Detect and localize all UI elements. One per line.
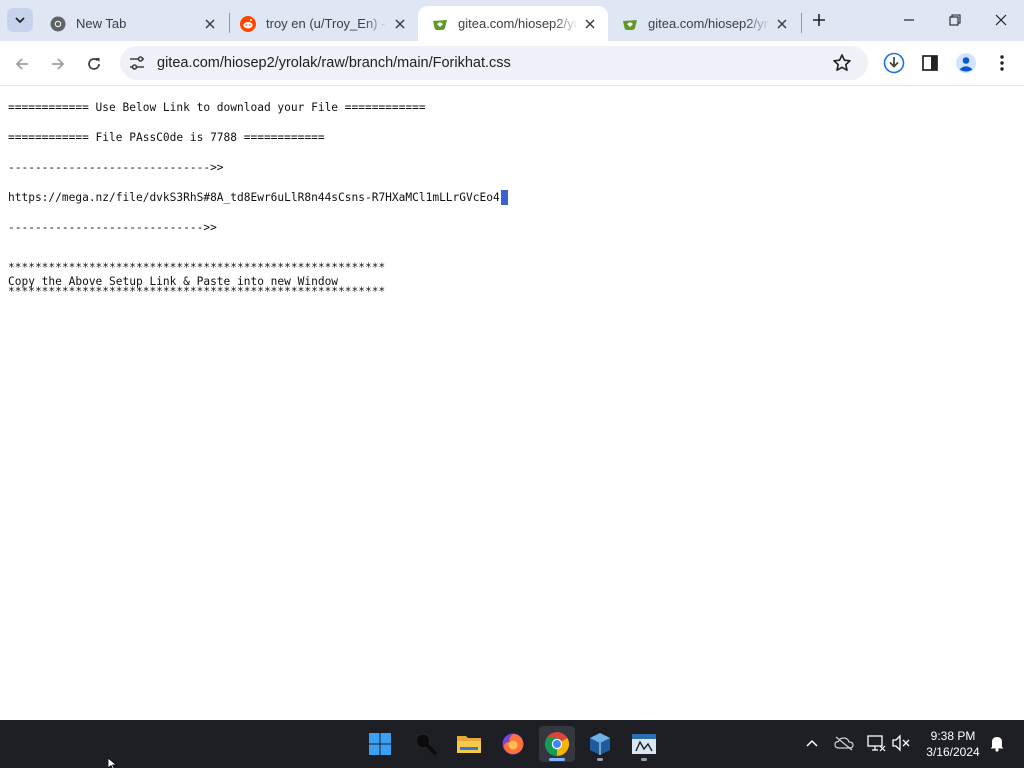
notifications-button[interactable] bbox=[986, 732, 1008, 754]
search-icon bbox=[415, 733, 437, 755]
running-indicator bbox=[641, 758, 647, 761]
raw-text-file: ============ Use Below Link to download … bbox=[8, 100, 508, 299]
system-clock[interactable]: 9:38 PM 3/16/2024 bbox=[918, 728, 988, 760]
text-line: ------------------------------>> bbox=[8, 161, 224, 174]
text-line: ============ File PAssC0de is 7788 =====… bbox=[8, 131, 325, 144]
chrome-icon bbox=[50, 16, 66, 32]
taskbar-chrome[interactable] bbox=[539, 726, 575, 762]
close-window-button[interactable] bbox=[986, 6, 1016, 34]
firefox-icon bbox=[502, 733, 524, 755]
mouse-pointer-icon bbox=[108, 758, 118, 768]
chrome-icon bbox=[544, 732, 570, 756]
side-panel-icon bbox=[922, 55, 938, 71]
tab-new-tab[interactable]: New Tab bbox=[36, 6, 228, 41]
running-indicator bbox=[549, 758, 565, 761]
browser-toolbar: gitea.com/hiosep2/yrolak/raw/branch/main… bbox=[0, 41, 1024, 86]
tab-title: troy en (u/Troy_En) - Reddit bbox=[266, 16, 388, 31]
clock-time: 9:38 PM bbox=[930, 729, 976, 743]
chevron-down-icon bbox=[15, 17, 25, 24]
tab-reddit[interactable]: troy en (u/Troy_En) - Reddit bbox=[226, 6, 418, 41]
text-line-link: https://mega.nz/file/dvkS3RhS#8A_td8Ewr6… bbox=[8, 190, 508, 205]
taskbar-search-button[interactable] bbox=[408, 726, 444, 762]
minimize-button[interactable] bbox=[894, 6, 924, 34]
text-line: ****************************************… bbox=[8, 285, 386, 298]
profile-button[interactable] bbox=[954, 51, 978, 75]
gitea-icon bbox=[622, 16, 638, 32]
start-icon bbox=[369, 733, 391, 755]
network-tray[interactable] bbox=[865, 732, 887, 754]
taskbar-firefox[interactable] bbox=[495, 726, 531, 762]
close-icon[interactable] bbox=[582, 16, 598, 32]
taskbar-virtualbox[interactable] bbox=[582, 726, 618, 762]
arrow-left-icon bbox=[15, 58, 28, 70]
cloud-off-icon bbox=[834, 736, 854, 751]
restore-button[interactable] bbox=[940, 6, 970, 34]
start-button[interactable] bbox=[362, 726, 398, 762]
new-tab-button[interactable] bbox=[808, 9, 830, 31]
show-hidden-icons-button[interactable] bbox=[801, 732, 823, 754]
address-bar[interactable]: gitea.com/hiosep2/yrolak/raw/branch/main… bbox=[120, 46, 868, 80]
tab-gitea-raw[interactable]: gitea.com/hiosep2/yrolak/raw/branch/main… bbox=[418, 6, 608, 41]
running-indicator bbox=[597, 758, 603, 761]
site-info-icon[interactable] bbox=[128, 54, 146, 72]
bookmark-star-icon[interactable] bbox=[832, 53, 852, 73]
bell-icon bbox=[990, 737, 1004, 752]
gitea-icon bbox=[432, 16, 448, 32]
more-vert-icon bbox=[1000, 55, 1004, 71]
reddit-icon bbox=[240, 15, 256, 32]
plus-icon bbox=[813, 14, 825, 26]
side-panel-button[interactable] bbox=[918, 51, 942, 75]
url-text: gitea.com/hiosep2/yrolak/raw/branch/main… bbox=[157, 55, 511, 71]
tab-gitea-repo[interactable]: gitea.com/hiosep2/yrolak bbox=[608, 6, 800, 41]
text-line: ****************************************… bbox=[8, 261, 386, 274]
close-icon bbox=[995, 14, 1007, 26]
text-line: ============ Use Below Link to download … bbox=[8, 101, 426, 114]
back-button[interactable] bbox=[8, 50, 36, 78]
chevron-up-icon bbox=[806, 739, 818, 747]
reload-icon bbox=[88, 58, 100, 70]
forward-button[interactable] bbox=[44, 50, 72, 78]
tab-title: New Tab bbox=[76, 16, 127, 31]
profile-avatar-icon bbox=[956, 53, 976, 73]
tab-search-button[interactable] bbox=[7, 8, 33, 32]
close-icon[interactable] bbox=[774, 16, 790, 32]
virtualbox-icon bbox=[590, 733, 610, 755]
windows-taskbar: 9:38 PM 3/16/2024 bbox=[0, 720, 1024, 768]
tab-separator bbox=[801, 13, 802, 33]
link-text: https://mega.nz/file/dvkS3RhS#8A_td8Ewr6… bbox=[8, 191, 500, 204]
restore-icon bbox=[949, 14, 961, 26]
tab-title: gitea.com/hiosep2/yrolak bbox=[648, 16, 770, 31]
taskbar-app[interactable] bbox=[626, 726, 662, 762]
downloads-button[interactable] bbox=[882, 51, 906, 75]
text-line: ----------------------------->> bbox=[8, 221, 217, 234]
close-icon[interactable] bbox=[392, 16, 408, 32]
menu-button[interactable] bbox=[990, 51, 1014, 75]
close-icon[interactable] bbox=[202, 16, 218, 32]
page-content: ============ Use Below Link to download … bbox=[0, 87, 1024, 720]
download-icon bbox=[883, 52, 905, 74]
file-explorer-icon bbox=[457, 736, 481, 753]
network-icon bbox=[867, 735, 886, 752]
arrow-right-icon bbox=[52, 58, 65, 70]
reload-button[interactable] bbox=[80, 50, 108, 78]
clock-date: 3/16/2024 bbox=[926, 745, 980, 759]
text-cursor bbox=[500, 190, 508, 205]
volume-muted-icon bbox=[892, 734, 910, 752]
tab-title: gitea.com/hiosep2/yrolak/raw/branch/main… bbox=[458, 16, 578, 31]
taskbar-file-explorer[interactable] bbox=[451, 726, 487, 762]
calculator-app-icon bbox=[632, 734, 656, 754]
onedrive-tray[interactable] bbox=[833, 732, 855, 754]
minimize-icon bbox=[904, 19, 914, 21]
volume-tray[interactable] bbox=[890, 732, 912, 754]
tab-strip: New Tab troy en (u/Troy_En) - Reddit bbox=[0, 0, 1024, 41]
